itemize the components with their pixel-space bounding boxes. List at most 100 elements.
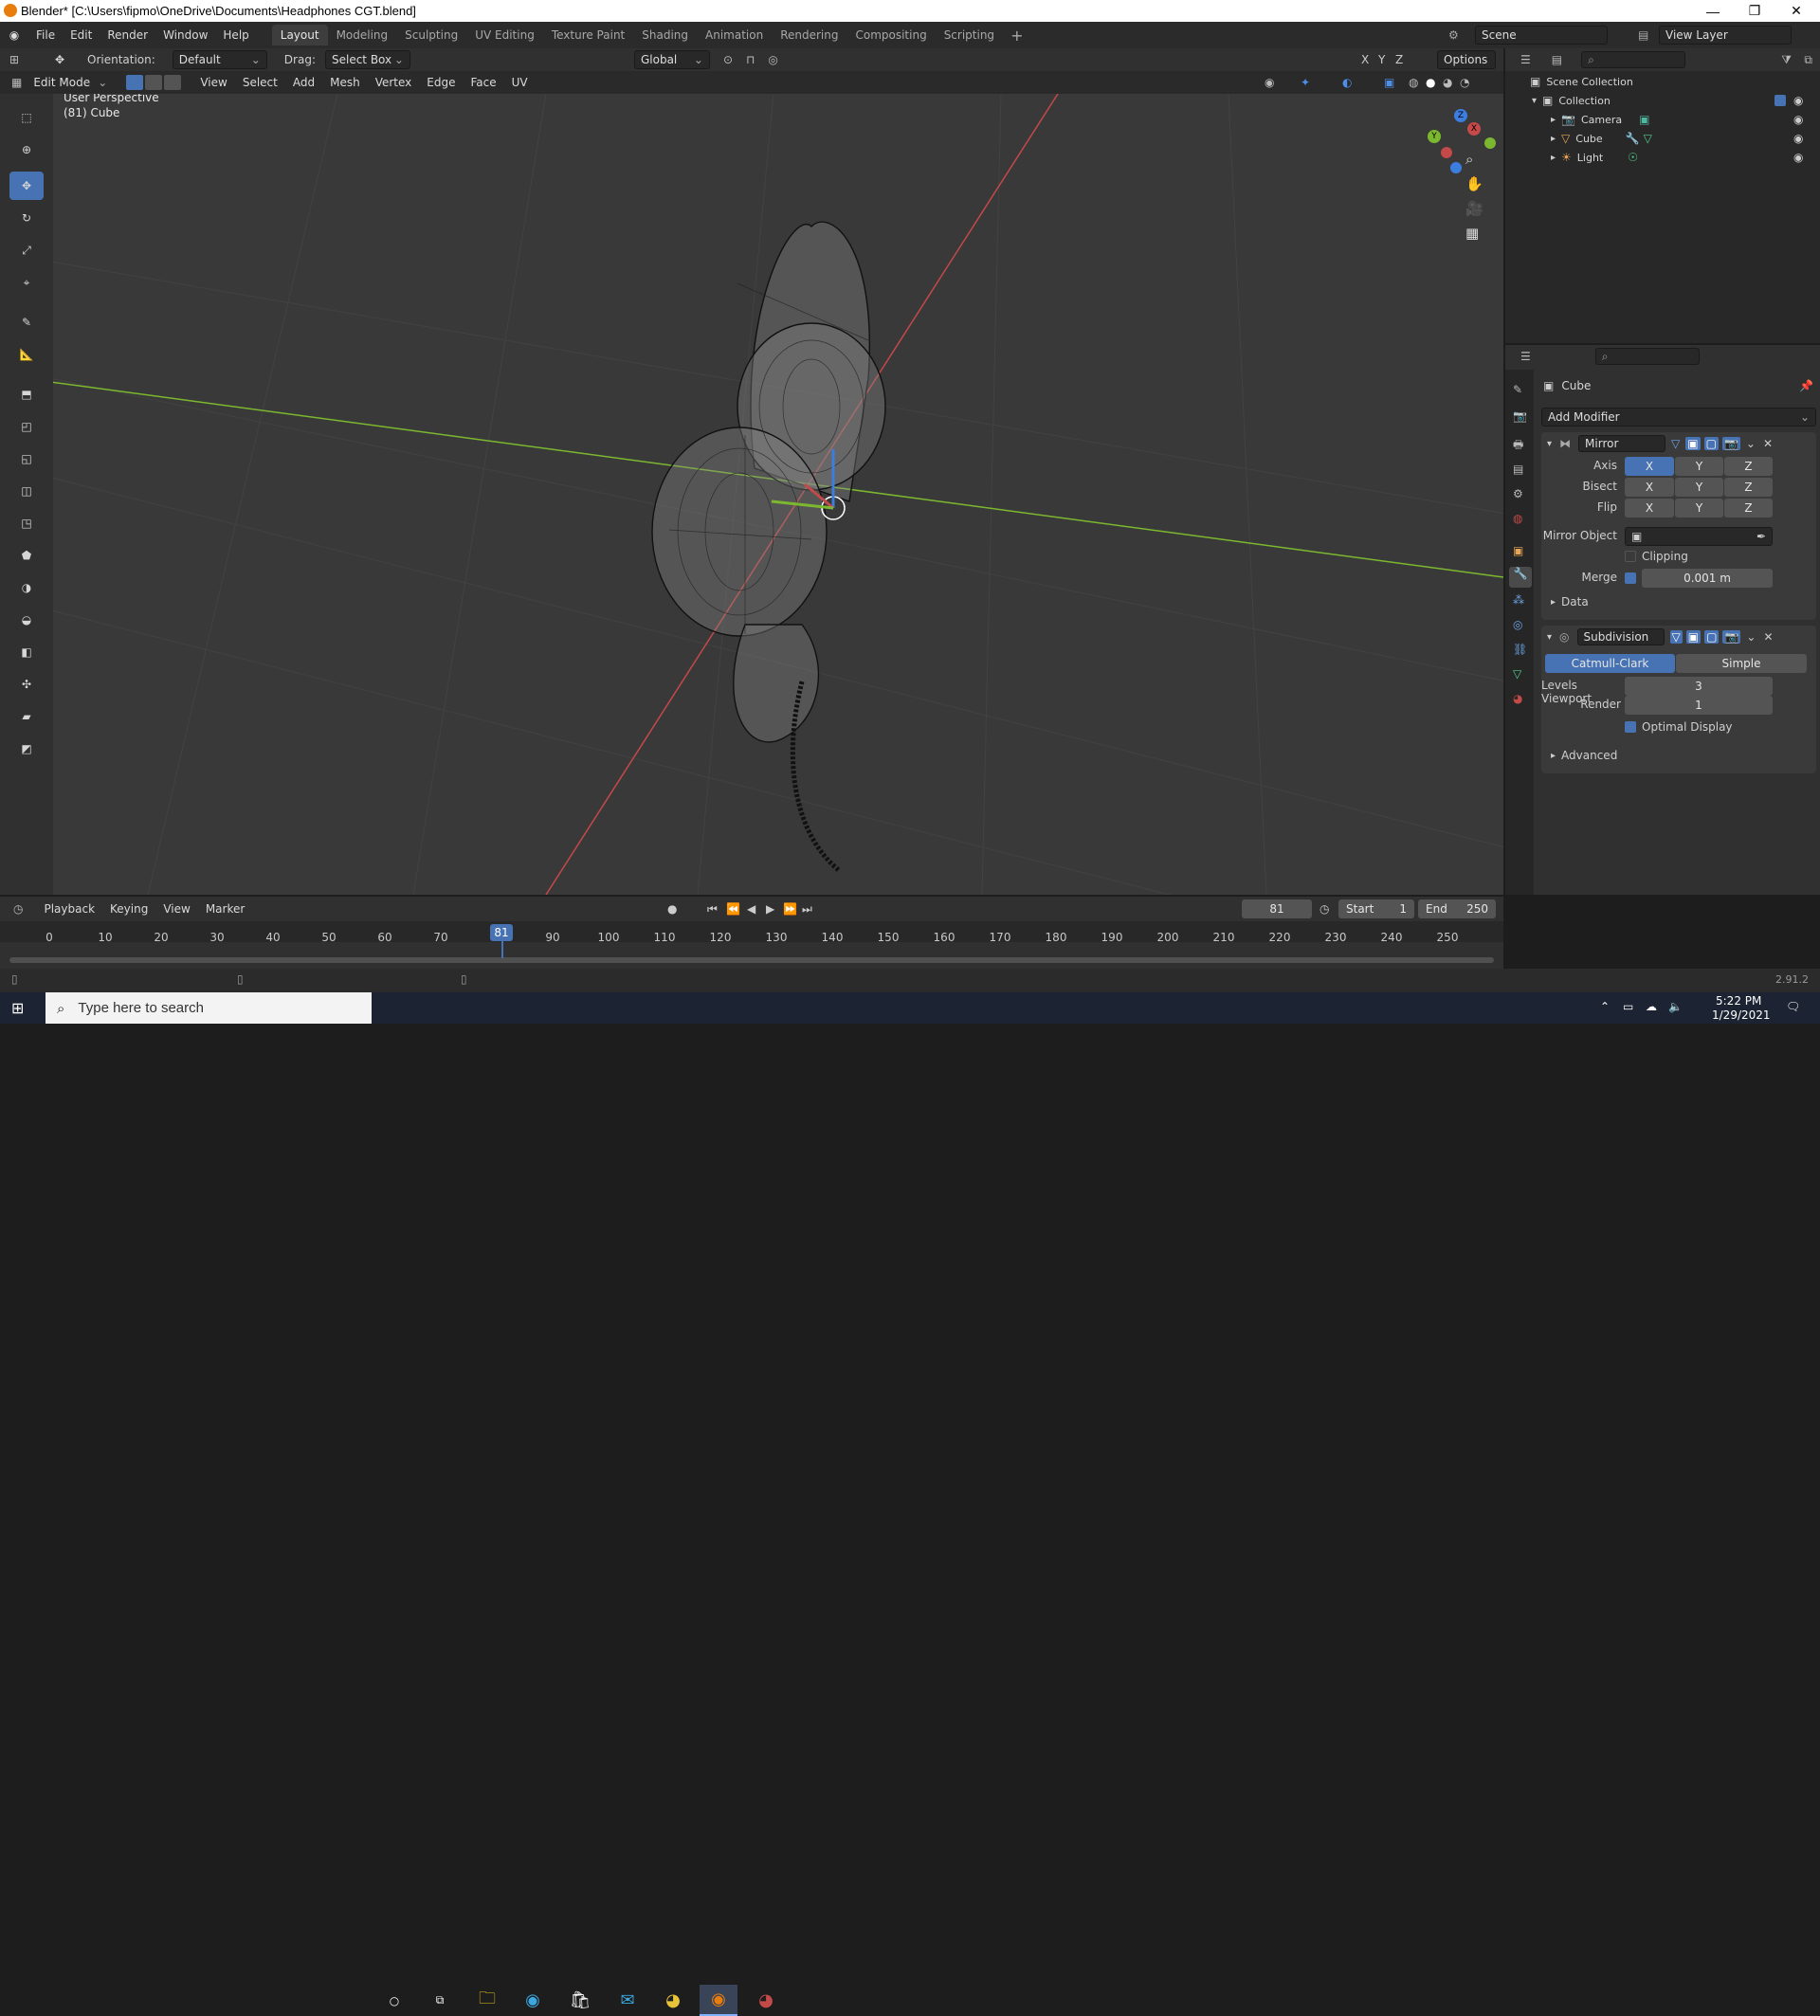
collapse-arrow-icon[interactable]: ▾ (1547, 439, 1552, 449)
close-button[interactable]: ✕ (1774, 0, 1818, 22)
flip-x-toggle[interactable]: X (1625, 499, 1674, 518)
outliner-row-scene-collection[interactable]: ▣ Scene Collection (1530, 75, 1633, 88)
overlay-toggle-icon[interactable]: ◐ (1342, 76, 1352, 89)
view-layer-field[interactable]: View Layer (1659, 26, 1792, 45)
zoom-icon[interactable]: ⌕ (1465, 151, 1473, 168)
task-view-icon[interactable]: ⧉ (421, 1985, 459, 2016)
camera-data-icon[interactable]: ▣ (1639, 113, 1649, 126)
viewport-menu-select[interactable]: Select (235, 76, 285, 89)
particles-tab-icon[interactable]: ⁂ (1513, 593, 1524, 607)
rotate-tool[interactable]: ↻ (9, 204, 44, 232)
menu-window[interactable]: Window (155, 28, 215, 42)
tab-animation[interactable]: Animation (697, 25, 772, 45)
spin-tool[interactable]: ◑ (9, 573, 44, 602)
menu-help[interactable]: Help (215, 28, 256, 42)
viewport-menu-mesh[interactable]: Mesh (322, 76, 368, 89)
data-subpanel[interactable]: ▸ Data (1551, 595, 1589, 608)
play-reverse-icon[interactable]: ◀ (747, 902, 755, 916)
render-tab-icon[interactable]: 📷 (1513, 409, 1527, 423)
bevel-tool[interactable]: ◱ (9, 445, 44, 473)
outliner-search[interactable]: ⌕ (1581, 51, 1686, 68)
shading-wireframe-icon[interactable]: ◍ (1409, 76, 1418, 89)
expand-arrow-icon[interactable]: ▸ (1551, 153, 1556, 163)
catmull-clark-button[interactable]: Catmull-Clark (1545, 654, 1675, 673)
advanced-subpanel[interactable]: ▸ Advanced (1551, 749, 1617, 762)
gizmo-y-icon[interactable]: Y (1428, 130, 1441, 143)
light-data-icon[interactable]: ☉ (1628, 151, 1638, 164)
output-tab-icon[interactable]: 🖶 (1513, 436, 1523, 456)
chrome-window-icon[interactable]: ◕ (747, 1985, 785, 2016)
render-levels-field[interactable]: 1 (1625, 696, 1773, 715)
edge-select-button[interactable] (145, 75, 163, 90)
menu-edit[interactable]: Edit (63, 28, 100, 42)
chrome-icon[interactable]: ◕ (654, 1985, 692, 2016)
viewport-menu-edge[interactable]: Edge (419, 76, 463, 89)
view-layer-tab-icon[interactable]: ▤ (1513, 463, 1523, 476)
visibility-eye-icon[interactable]: ◉ (1793, 132, 1803, 145)
mirror-x-toggle[interactable]: X (1361, 53, 1369, 66)
cursor-tool[interactable]: ⊕ (9, 136, 44, 164)
pivot-icon[interactable]: ⊙ (723, 53, 733, 66)
options-dropdown[interactable]: Options (1437, 50, 1496, 69)
transform-orientation-dropdown[interactable]: Global ⌄ (633, 50, 710, 69)
3d-viewport[interactable]: User Perspective (81) Cube Z X Y ⌕ ✋ 🎥 ▦ (53, 94, 1503, 895)
outliner-row-cube[interactable]: ▸ ▽ Cube 🔧 ▽ ◉ (1551, 132, 1816, 145)
shear-tool[interactable]: ▰ (9, 702, 44, 731)
start-frame-field[interactable]: Start 1 (1338, 899, 1414, 918)
axis-z-toggle[interactable]: Z (1724, 457, 1773, 476)
smooth-tool[interactable]: ◒ (9, 606, 44, 634)
cage-toggle[interactable]: ▣ (1685, 630, 1702, 644)
expand-arrow-icon[interactable]: ▸ (1551, 134, 1556, 144)
tray-cloud-icon[interactable]: ☁ (1646, 1000, 1657, 1013)
timeline-menu-keying[interactable]: Keying (102, 902, 155, 916)
tab-texture-paint[interactable]: Texture Paint (543, 25, 633, 45)
maximize-button[interactable]: ❐ (1733, 0, 1776, 22)
tab-shading[interactable]: Shading (633, 25, 697, 45)
current-frame-field[interactable]: 81 (1242, 899, 1312, 918)
gizmo-z-neg-icon[interactable] (1450, 162, 1462, 173)
shading-material-icon[interactable]: ◕ (1443, 76, 1452, 89)
gizmo-x-neg-icon[interactable] (1441, 147, 1452, 158)
gizmo-x-icon[interactable]: X (1467, 122, 1481, 136)
face-select-button[interactable] (164, 75, 182, 90)
levels-viewport-field[interactable]: 3 (1625, 677, 1773, 696)
preview-range-icon[interactable]: ◷ (1320, 902, 1329, 916)
modifier-tab-icon[interactable]: 🔧 (1509, 567, 1532, 588)
tab-sculpting[interactable]: Sculpting (396, 25, 466, 45)
timeline-editor-icon[interactable]: ◷ (13, 902, 23, 916)
visibility-icon[interactable]: ◉ (1265, 76, 1274, 89)
material-tab-icon[interactable]: ◕ (1513, 692, 1522, 705)
timeline-scrollbar[interactable] (9, 957, 1494, 963)
visibility-eye-icon[interactable]: ◉ (1793, 113, 1803, 126)
tab-rendering[interactable]: Rendering (772, 25, 846, 45)
mirror-name-field[interactable]: Mirror (1578, 435, 1666, 452)
viewport-menu-face[interactable]: Face (463, 76, 503, 89)
poly-build-tool[interactable]: ⬟ (9, 541, 44, 570)
playhead-marker[interactable]: 81 (490, 924, 513, 941)
mail-icon[interactable]: ✉ (609, 1985, 646, 2016)
scene-tab-icon[interactable]: ⚙ (1513, 487, 1523, 500)
timeline-menu-view[interactable]: View (155, 902, 197, 916)
clipping-checkbox[interactable] (1625, 551, 1636, 562)
properties-search[interactable]: ⌕ (1594, 348, 1700, 365)
viewport-menu-vertex[interactable]: Vertex (368, 76, 420, 89)
optimal-display-checkbox[interactable] (1625, 721, 1636, 733)
inset-tool[interactable]: ◰ (9, 412, 44, 441)
merge-value-field[interactable]: 0.001 m (1642, 569, 1773, 588)
new-collection-icon[interactable]: ⧉ (1804, 53, 1812, 67)
viewport-toggle[interactable]: ▢ (1704, 630, 1720, 644)
snap-icon[interactable]: ⊓ (746, 53, 755, 66)
outliner-row-collection[interactable]: ▾ ▣ Collection ◉ (1532, 94, 1816, 107)
record-button[interactable]: ● (667, 902, 677, 916)
menu-file[interactable]: File (28, 28, 63, 42)
close-icon[interactable]: ✕ (1763, 630, 1773, 644)
tab-modeling[interactable]: Modeling (328, 25, 397, 45)
world-tab-icon[interactable]: ◍ (1513, 512, 1522, 525)
add-modifier-dropdown[interactable]: Add Modifier ⌄ (1541, 408, 1816, 427)
collection-checkbox[interactable] (1774, 95, 1786, 106)
loop-cut-tool[interactable]: ◫ (9, 477, 44, 505)
taskbar-search[interactable]: ⌕ Type here to search (46, 992, 372, 1024)
mesh-data-icon[interactable]: ▽ (1644, 132, 1652, 145)
tray-network-icon[interactable]: ▭ (1623, 1000, 1633, 1013)
minimize-button[interactable]: — (1691, 0, 1735, 22)
